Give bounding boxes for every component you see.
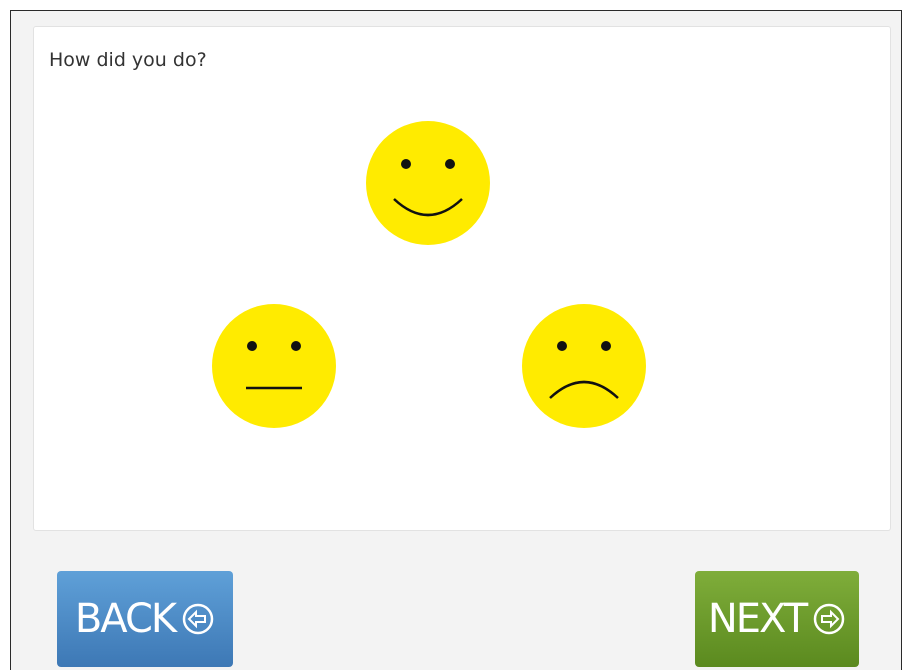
app-frame: How did you do? BACK NEXT: [10, 10, 902, 670]
neutral-face-icon: [212, 304, 336, 428]
arrow-right-circle-icon: [812, 602, 846, 636]
next-button[interactable]: NEXT: [695, 571, 859, 667]
happy-face-icon: [366, 121, 490, 245]
arrow-left-circle-icon: [181, 602, 215, 636]
neutral-face-option[interactable]: [210, 302, 338, 430]
next-button-label: NEXT: [707, 596, 808, 642]
question-text: How did you do?: [49, 49, 207, 71]
back-button[interactable]: BACK: [57, 571, 233, 667]
sad-face-option[interactable]: [520, 302, 648, 430]
happy-face-option[interactable]: [364, 119, 492, 247]
sad-face-icon: [522, 304, 646, 428]
question-card: How did you do?: [33, 26, 891, 531]
back-button-label: BACK: [74, 596, 177, 642]
